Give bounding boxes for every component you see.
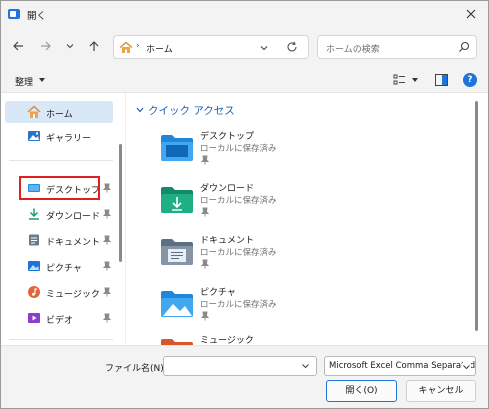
breadcrumb-separator: › [136,41,140,51]
file-list-pane: クイック アクセス デスクトップ ローカルに保存済み ダウンロード ローカルに保… [125,93,473,345]
folder-name: ピクチャ [200,288,236,298]
pictures-folder-icon [161,291,193,317]
refresh-icon[interactable] [286,41,298,53]
command-bar: 整理 ? [1,67,488,93]
preview-pane-icon[interactable] [435,74,448,86]
quick-access-header[interactable]: クイック アクセス [148,103,235,118]
breadcrumb-home[interactable]: ホーム [146,42,173,55]
folder-pictures[interactable]: ピクチャ ローカルに保存済み [160,283,460,329]
filename-input[interactable] [163,356,317,376]
file-list-scrollbar[interactable] [475,101,478,331]
address-bar[interactable]: › ホーム [113,35,309,59]
help-icon[interactable]: ? [463,73,477,87]
home-icon [27,105,41,118]
music-icon [28,286,40,298]
address-dropdown-icon[interactable] [259,43,269,53]
pin-icon[interactable] [103,209,111,219]
sidebar-item-pictures[interactable]: ピクチャ [5,255,113,277]
desktop-highlight-annotation [19,176,100,200]
search-placeholder: ホームの検索 [326,45,380,55]
sidebar-item-gallery[interactable]: ギャラリー [5,125,113,147]
excel-app-icon [8,9,20,19]
sidebar-item-label: ダウンロード [46,212,101,222]
sidebar-item-music[interactable]: ミュージック [5,281,113,303]
chevron-down-icon [66,44,74,49]
arrow-up-icon [89,41,99,51]
close-icon [466,9,476,19]
cancel-button[interactable]: キャンセル [406,380,476,402]
title-bar: 開く [1,1,488,27]
sidebar-item-label: ドキュメント [46,238,101,248]
organize-button[interactable]: 整理 [15,75,33,88]
folder-name: デスクトップ [200,132,255,142]
sidebar-item-label: ビデオ [46,316,74,326]
search-icon[interactable] [458,41,470,53]
navigation-pane: ホーム ギャラリー デスクトップ ダウンロード ドキュメント ピクチャ ミュージ… [1,93,125,345]
open-button[interactable]: 開く(O) [326,380,397,402]
pin-icon[interactable] [103,183,111,193]
folder-music[interactable]: ミュージック [160,331,460,345]
pin-icon [201,207,209,217]
forward-button[interactable] [37,37,55,55]
folder-name: ドキュメント [200,236,255,246]
sidebar-item-downloads[interactable]: ダウンロード [5,203,113,225]
arrow-left-icon [13,41,23,51]
download-icon [29,208,39,220]
sidebar-item-label: ギャラリー [46,134,92,144]
documents-icon [29,234,39,246]
pin-icon[interactable] [103,287,111,297]
sidebar-scrollbar[interactable] [119,144,122,262]
window-title: 開く [27,11,47,22]
view-options-icon[interactable] [393,74,407,86]
sidebar-item-home[interactable]: ホーム [5,101,113,123]
open-file-dialog: 開く › ホーム ホームの検索 整理 ? ホーム ギャラリー デスクトップ ダウ… [0,0,489,409]
download-folder-icon [161,187,193,213]
sidebar-item-label: ピクチャ [46,264,82,274]
filename-label: ファイル名(N): [105,364,167,374]
filename-dropdown-icon[interactable] [301,362,310,370]
collapse-chevron-icon[interactable] [136,107,144,113]
folder-status: ローカルに保存済み [200,144,277,154]
gallery-icon [28,131,40,141]
close-button[interactable] [460,5,482,23]
folder-name: ミュージック [200,336,254,345]
sidebar-separator [9,160,113,161]
sidebar-item-label: ミュージック [46,290,100,300]
desktop-folder-icon [161,135,193,161]
back-button[interactable] [9,37,27,55]
arrow-right-icon [41,41,51,51]
dialog-footer: ファイル名(N): Microsoft Excel Comma Separate… [1,345,488,408]
sidebar-item-documents[interactable]: ドキュメント [5,229,113,251]
folder-documents[interactable]: ドキュメント ローカルに保存済み [160,231,460,277]
up-button[interactable] [85,37,103,55]
folder-status: ローカルに保存済み [200,196,277,206]
documents-folder-icon [161,239,193,265]
pin-icon[interactable] [103,261,111,271]
folder-name: ダウンロード [200,184,255,194]
folder-status: ローカルに保存済み [200,300,277,310]
folder-downloads[interactable]: ダウンロード ローカルに保存済み [160,179,460,225]
pin-icon[interactable] [103,313,111,323]
pictures-icon [28,261,40,271]
filetype-value: Microsoft Excel Comma Separated [329,361,476,371]
filetype-select[interactable]: Microsoft Excel Comma Separated [324,356,476,376]
organize-caret-icon [39,78,45,82]
music-folder-icon [161,339,193,345]
chevron-down-icon [462,363,471,371]
videos-icon [28,313,40,323]
sidebar-item-label: ホーム [46,110,73,120]
view-caret-icon[interactable] [412,78,418,82]
search-box[interactable]: ホームの検索 [317,35,477,59]
home-icon [119,41,133,53]
folder-status: ローカルに保存済み [200,248,277,258]
folder-desktop[interactable]: デスクトップ ローカルに保存済み [160,127,460,173]
recent-locations-button[interactable] [61,37,79,55]
pin-icon [201,259,209,269]
sidebar-separator [9,339,113,340]
pin-icon[interactable] [103,235,111,245]
pin-icon [201,311,209,321]
pin-icon [201,155,209,165]
sidebar-item-videos[interactable]: ビデオ [5,307,113,329]
